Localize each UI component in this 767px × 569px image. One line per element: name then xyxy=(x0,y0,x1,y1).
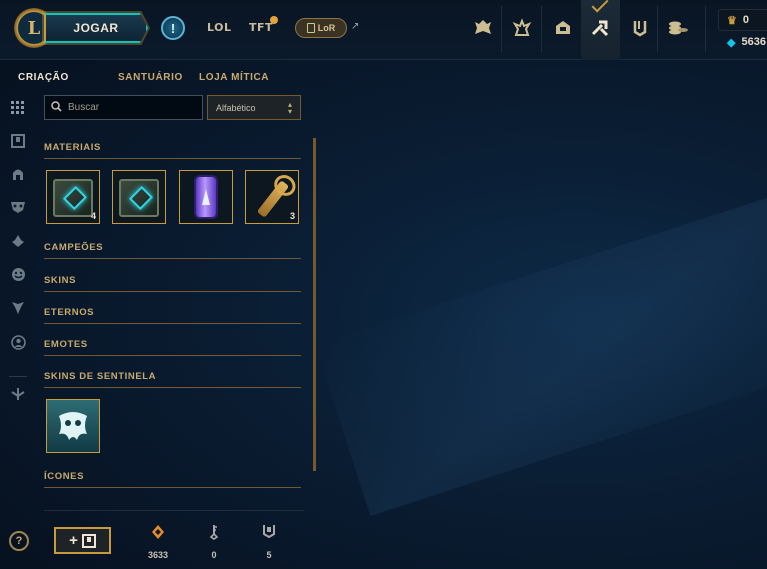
key-stat: 0 xyxy=(194,524,234,560)
tab-mythic-shop[interactable]: LOJA MÍTICA xyxy=(199,72,269,83)
item-count: 4 xyxy=(90,211,96,221)
lor-button[interactable]: LoR xyxy=(295,18,347,38)
play-button[interactable]: JOGAR xyxy=(44,13,148,43)
helmet-icon[interactable] xyxy=(8,164,28,184)
external-link-icon: ↗ xyxy=(351,21,360,32)
sort-dropdown[interactable]: Alfabético ▴ ▾ xyxy=(207,95,301,120)
logo-letter: L xyxy=(27,17,41,39)
tab-crafting[interactable]: CRIAÇÃO xyxy=(18,72,69,83)
orange-essence-value: 3633 xyxy=(147,550,169,560)
nav-tft[interactable]: TFT xyxy=(249,21,273,34)
ghost-icon xyxy=(59,412,87,440)
chest-icon xyxy=(249,524,289,542)
updown-icon: ▴ ▾ xyxy=(287,99,292,116)
rp-balance[interactable]: ♛ 0 xyxy=(718,9,767,31)
loot-tab-icon[interactable] xyxy=(509,15,535,41)
emote-icon[interactable] xyxy=(8,264,28,284)
masterwork-chest-icon xyxy=(119,179,159,217)
ward-icon[interactable] xyxy=(8,231,28,251)
chest-value: 5 xyxy=(266,550,272,560)
rp-icon: ♛ xyxy=(727,14,737,27)
key-fragment-icon xyxy=(256,180,290,218)
sentinel-icon[interactable] xyxy=(8,384,28,404)
sidebar-divider xyxy=(9,376,27,377)
capsule-icon xyxy=(194,175,218,219)
key-icon xyxy=(194,524,234,542)
key-value: 0 xyxy=(211,550,217,560)
hextech-chest-icon xyxy=(53,179,93,217)
sort-selected: Alfabético xyxy=(216,102,256,113)
section-eternals[interactable]: ETERNOS xyxy=(44,307,301,324)
search-box[interactable] xyxy=(44,95,203,120)
mask-icon[interactable] xyxy=(8,197,28,217)
play-label: JOGAR xyxy=(73,21,119,35)
divider xyxy=(705,6,706,52)
champions-icon[interactable] xyxy=(470,15,496,41)
add-to-loot-button[interactable]: + xyxy=(54,527,111,554)
rp-value: 0 xyxy=(742,14,749,26)
divider xyxy=(657,6,658,52)
section-skins[interactable]: SKINS xyxy=(44,275,301,292)
background-streak xyxy=(314,184,767,516)
bottom-divider xyxy=(44,510,304,511)
section-materials[interactable]: MATERIAIS xyxy=(44,142,301,159)
help-button[interactable]: ? xyxy=(9,531,29,551)
be-balance[interactable]: ◆ 5636 xyxy=(718,31,767,53)
orange-essence-stat: 3633 xyxy=(138,524,178,560)
chest-stat: 5 xyxy=(249,524,289,560)
collection-icon[interactable] xyxy=(627,15,653,41)
lor-card-icon xyxy=(306,23,315,33)
material-tile[interactable]: 3 xyxy=(245,170,299,224)
blue-essence-icon: ◆ xyxy=(727,36,736,49)
chest-icon[interactable] xyxy=(8,131,28,151)
divider xyxy=(541,6,542,52)
divider xyxy=(501,6,502,52)
section-emotes[interactable]: EMOTES xyxy=(44,339,301,356)
sentinel-skin-tile[interactable] xyxy=(46,399,100,453)
material-tile[interactable] xyxy=(112,170,166,224)
chest-icon xyxy=(81,533,96,548)
crafting-icon[interactable] xyxy=(587,15,613,41)
material-tile[interactable] xyxy=(179,170,233,224)
nav-lol[interactable]: LOL xyxy=(207,21,231,34)
store-icon[interactable] xyxy=(550,15,576,41)
be-value: 5636 xyxy=(741,36,766,48)
grid-icon[interactable] xyxy=(8,98,28,118)
search-input[interactable] xyxy=(68,102,188,113)
profile-icon[interactable] xyxy=(8,332,28,352)
add-label: + xyxy=(69,532,78,549)
alert-icon[interactable]: ! xyxy=(161,16,185,40)
currency-icon[interactable] xyxy=(665,15,691,41)
notification-dot xyxy=(270,16,278,24)
material-tile[interactable]: 4 xyxy=(46,170,100,224)
orange-essence-icon xyxy=(138,524,178,542)
lor-label: LoR xyxy=(317,23,336,33)
section-champions[interactable]: CAMPEÕES xyxy=(44,242,301,259)
section-sentinel-skins[interactable]: SKINS DE SENTINELA xyxy=(44,371,301,388)
eternals-icon[interactable] xyxy=(8,298,28,318)
tab-sanctum[interactable]: SANTUÁRIO xyxy=(118,72,183,83)
scrollbar[interactable] xyxy=(313,138,316,471)
alert-mark: ! xyxy=(170,20,176,36)
search-icon xyxy=(51,99,62,117)
item-count: 3 xyxy=(289,211,295,221)
section-icons[interactable]: ÍCONES xyxy=(44,471,301,488)
